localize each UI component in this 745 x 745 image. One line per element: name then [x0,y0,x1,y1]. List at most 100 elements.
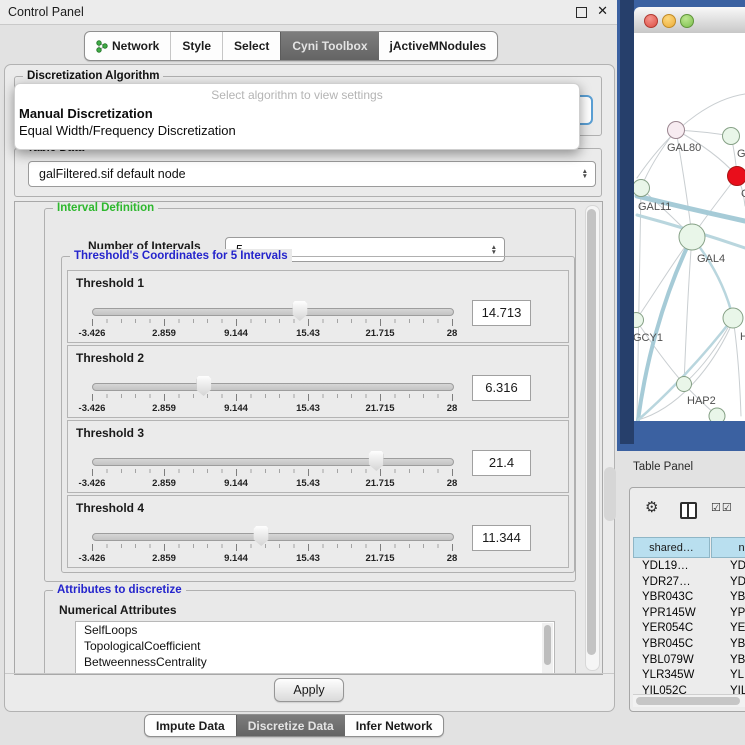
column-header[interactable]: n [711,537,745,558]
slider-tick-label: 15.43 [296,328,320,339]
slider-major-tick [92,394,93,401]
network-node[interactable] [634,313,644,328]
combo-spinner-icon[interactable]: ▲▼ [491,245,497,255]
tab-select[interactable]: Select [222,32,280,60]
algorithm-dropdown-popup: Select algorithm to view settings Manual… [14,83,580,150]
tab-label: Style [182,39,211,53]
apply-divider [5,673,614,674]
tab-cyni-toolbox[interactable]: Cyni Toolbox [280,32,378,60]
checkboxes-icon[interactable]: ☑☑ [711,501,733,514]
table-cell: YLR345W [633,668,719,684]
slider-track[interactable] [92,383,454,391]
slider-tick-label: 2.859 [152,328,176,339]
tab-label: Cyni Toolbox [292,39,367,53]
slider-minor-ticks [92,544,454,548]
slider-track[interactable] [92,308,454,316]
slider-track[interactable] [92,533,454,541]
combo-spinner-icon[interactable]: ▲▼ [582,169,588,179]
columns-icon[interactable] [680,502,697,519]
close-icon[interactable]: ✕ [597,3,608,19]
table-panel: Table Panel ⚙ ☑☑ shared… n YDL19…YDL1YDR… [617,451,745,745]
slider-tick-label: 9.144 [224,328,248,339]
threshold-slider[interactable]: -3.4262.8599.14415.4321.71528 [92,293,452,339]
threshold-slider[interactable]: -3.4262.8599.14415.4321.71528 [92,443,452,489]
network-node[interactable] [723,308,743,328]
network-node[interactable] [668,122,685,139]
threshold-value-field[interactable]: 14.713 [472,300,531,326]
panel-divider-handle[interactable] [604,467,616,521]
zoom-traffic-light-icon[interactable] [680,14,694,28]
slider-major-tick [164,544,165,551]
table-cell: YER0 [719,621,745,637]
interval-definition-group: Interval Definition Number of Intervals … [44,208,576,582]
table-row[interactable]: YPR145WYPR1 [633,606,745,622]
slider-major-tick [236,394,237,401]
tab-discretize-data[interactable]: Discretize Data [236,715,345,736]
algorithm-option[interactable]: Equal Width/Frequency Discretization [19,123,236,138]
tab-label: Impute Data [156,719,225,733]
network-node[interactable] [634,180,650,197]
attribute-item[interactable]: TopologicalCoefficient [76,638,554,654]
minimize-traffic-light-icon[interactable] [662,14,676,28]
thresholds-group-label: Threshold's Coordinates for 5 Intervals [70,249,292,263]
slider-major-tick [92,319,93,326]
table-row[interactable]: YIL052CYIL0 [633,684,745,694]
slider-thumb[interactable] [292,301,307,321]
attribute-item[interactable]: BetweennessCentrality [76,654,554,670]
table-cell: YDL1 [719,559,745,575]
table-data-combobox[interactable]: galFiltered.sif default node ▲▼ [28,161,596,187]
tab-impute-data[interactable]: Impute Data [145,715,236,736]
top-tab-strip: Network Style Select Cyni Toolbox jActiveMNo… [84,31,498,61]
network-node[interactable] [679,224,705,250]
table-row[interactable]: YER054CYER0 [633,621,745,637]
slider-tick-label: 2.859 [152,553,176,564]
network-node[interactable] [709,408,725,421]
threshold-value-field[interactable]: 6.316 [472,375,531,401]
table-header: shared… n [633,537,745,558]
network-canvas[interactable]: GAL80GACGAL11GAL4GCY1HHAP2 [634,33,745,421]
table-row[interactable]: YBR045CYBR0 [633,637,745,653]
algorithm-option[interactable]: Manual Discretization [19,106,153,121]
slider-thumb[interactable] [196,376,211,396]
table-row[interactable]: YBR043CYBR0 [633,590,745,606]
table-row[interactable]: YDR27…YDR2 [633,575,745,591]
slider-thumb[interactable] [369,451,384,471]
attribute-item[interactable]: SelfLoops [76,622,554,638]
numerical-attributes-list[interactable]: SelfLoopsTopologicalCoefficientBetweenne… [75,621,555,675]
table-row[interactable]: YDL19…YDL1 [633,559,745,575]
threshold-value-field[interactable]: 21.4 [472,450,531,476]
table-cell: YBR043C [633,590,719,606]
tab-jactivemnodules[interactable]: jActiveMNodules [379,32,498,60]
table-hscrollbar[interactable] [633,694,745,707]
panel-scrollbar[interactable] [585,205,600,671]
node-label: GCY1 [634,332,663,344]
tab-infer-network[interactable]: Infer Network [345,715,444,736]
close-traffic-light-icon[interactable] [644,14,658,28]
network-window-titlebar[interactable] [634,7,745,34]
gear-icon[interactable]: ⚙ [645,498,658,516]
tab-style[interactable]: Style [170,32,222,60]
column-header[interactable]: shared… [633,537,710,558]
threshold-slider[interactable]: -3.4262.8599.14415.4321.71528 [92,518,452,564]
threshold-value-field[interactable]: 11.344 [472,525,531,551]
apply-button[interactable]: Apply [274,678,344,702]
slider-major-tick [380,394,381,401]
control-panel: Control Panel ✕ NetworkStyleSelectCyni T… [0,0,617,745]
table-row[interactable]: YLR345WYLR3 [633,668,745,684]
slider-tick-label: 21.715 [365,403,394,414]
network-node[interactable] [728,167,745,186]
tab-network[interactable]: Network [85,32,170,60]
slider-track[interactable] [92,458,454,466]
threshold-slider[interactable]: -3.4262.8599.14415.4321.71528 [92,368,452,414]
network-node[interactable] [677,377,692,392]
algorithm-placeholder: Select algorithm to view settings [15,88,579,102]
slider-major-tick [452,394,453,401]
table-cell: YBR045C [633,637,719,653]
table-row[interactable]: YBL079WYBL0 [633,653,745,669]
network-node[interactable] [723,128,740,145]
float-icon[interactable] [576,7,587,18]
slider-major-tick [308,319,309,326]
list-scrollbar[interactable] [542,623,553,675]
slider-major-tick [236,319,237,326]
slider-thumb[interactable] [254,526,269,546]
